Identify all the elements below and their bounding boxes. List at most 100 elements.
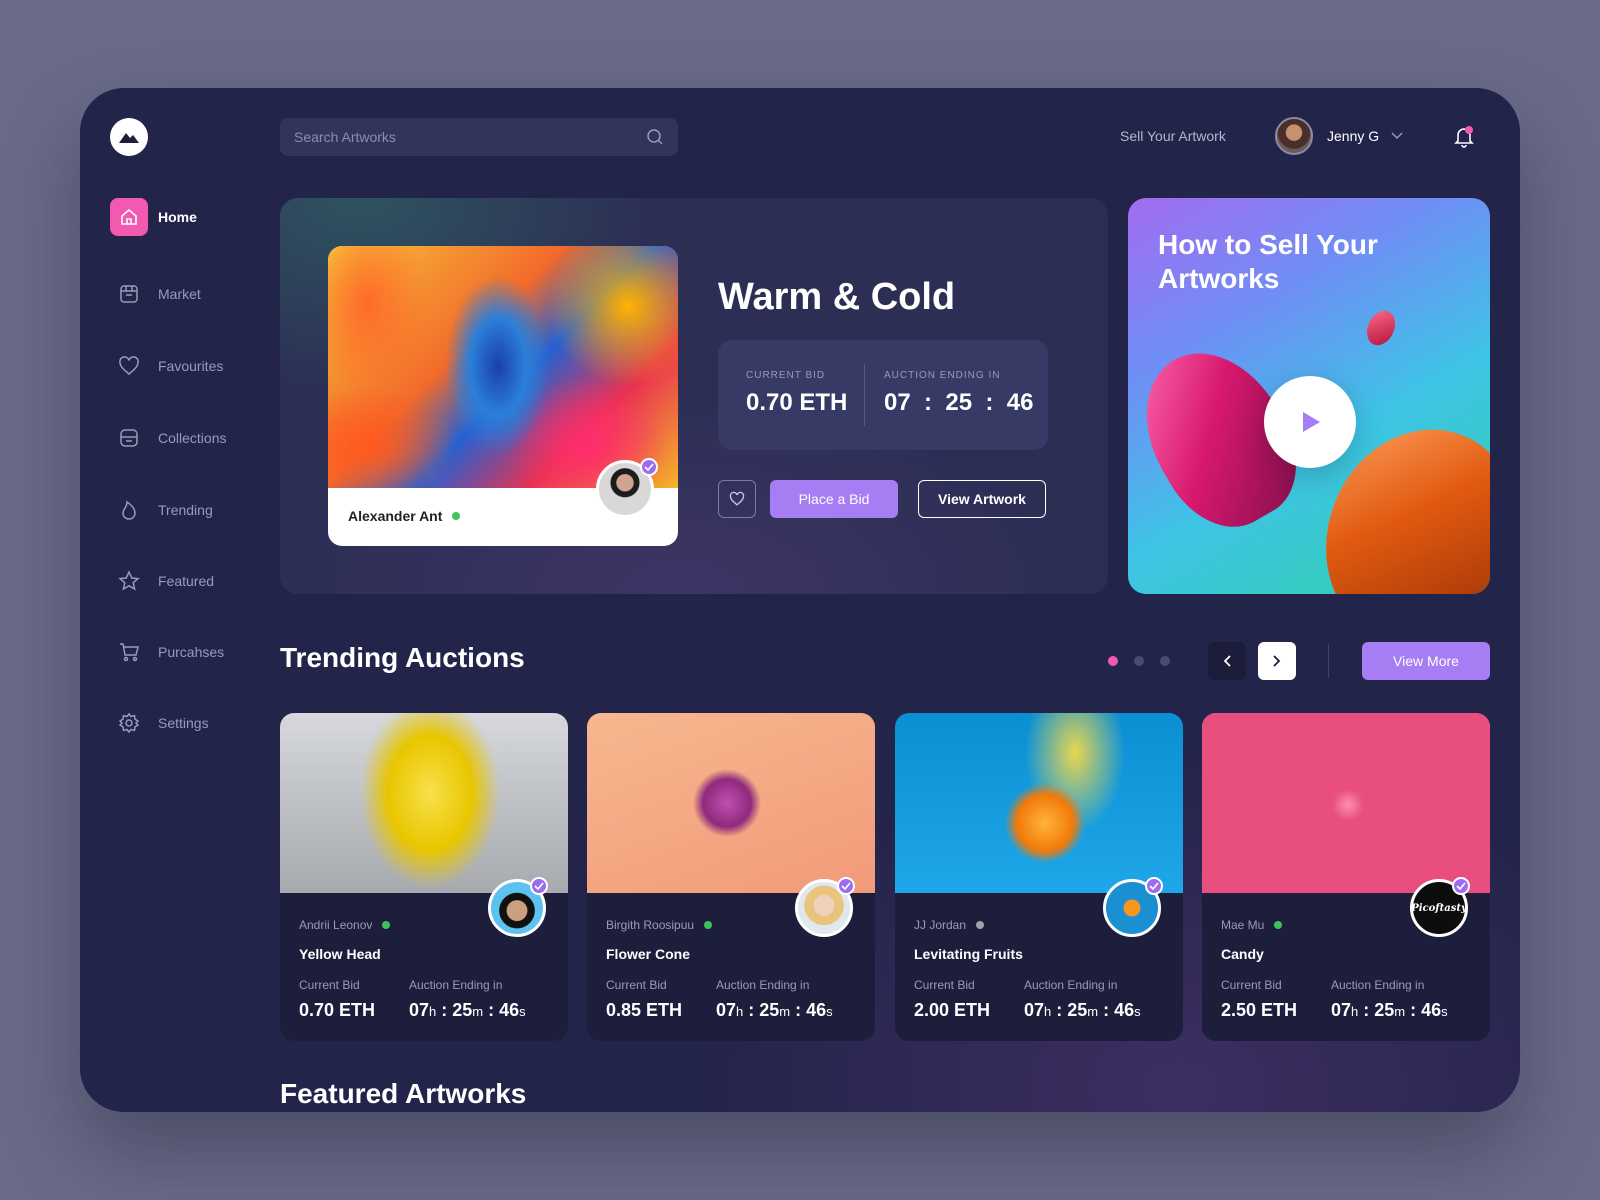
divider — [864, 364, 865, 426]
chevron-down-icon — [1391, 132, 1403, 140]
view-artwork-button[interactable]: View Artwork — [918, 480, 1046, 518]
sell-artwork-link[interactable]: Sell Your Artwork — [1120, 128, 1226, 144]
artwork-image — [895, 713, 1183, 893]
pagination-dot[interactable] — [1160, 656, 1170, 666]
card-artist: Andrii Leonov — [299, 918, 549, 932]
sidebar-item-favourites[interactable]: Favourites — [110, 347, 270, 385]
verified-icon — [837, 877, 855, 895]
pagination-dot[interactable] — [1134, 656, 1144, 666]
artist-name: Mae Mu — [1221, 918, 1265, 932]
card-timer: Auction Ending in 07h : 25m : 46s — [1024, 978, 1141, 1021]
star-icon — [110, 562, 148, 600]
app-window: Home Market Favourites Collections Trend… — [80, 88, 1520, 1112]
seconds: 46 — [806, 1000, 827, 1020]
card-stats: Current Bid 2.50 ETH Auction Ending in 07… — [1221, 978, 1471, 1021]
bid-info-panel: CURRENT BID 0.70 ETH AUCTION ENDING IN 0… — [718, 340, 1048, 450]
how-to-sell-video-card[interactable]: How to Sell Your Artworks — [1128, 198, 1490, 594]
card-title: Candy — [1221, 946, 1264, 962]
artist-name: JJ Jordan — [914, 918, 967, 932]
artist-name: Birgith Roosipuu — [606, 918, 695, 932]
pagination-dot[interactable] — [1108, 656, 1118, 666]
divider — [1328, 644, 1329, 678]
play-button[interactable] — [1264, 376, 1356, 468]
logo[interactable] — [110, 118, 148, 156]
online-status-dot — [704, 921, 713, 929]
sidebar-item-settings[interactable]: Settings — [110, 704, 270, 742]
timer-value: 07h : 25m : 46s — [409, 1000, 526, 1020]
sidebar-item-label: Settings — [158, 715, 209, 731]
mountain-icon — [119, 133, 139, 143]
sidebar-item-trending[interactable]: Trending — [110, 491, 270, 529]
seconds: 46 — [499, 1000, 520, 1020]
card-meta: Andrii Leonov Yellow Head Current Bid 0.7… — [299, 918, 549, 1021]
notification-button[interactable] — [1452, 124, 1476, 148]
offline-status-dot — [976, 921, 985, 929]
current-bid-label: CURRENT BID — [746, 370, 826, 381]
card-title: Levitating Fruits — [914, 946, 1023, 962]
hours: 07 — [1024, 1000, 1045, 1020]
ending-label: Auction Ending in — [409, 978, 503, 992]
artwork-card[interactable]: Alexander Ant — [328, 246, 678, 546]
seconds: 46 — [1421, 1000, 1442, 1020]
sidebar-item-featured[interactable]: Featured — [110, 562, 270, 600]
card-meta: Birgith Roosipuu Flower Cone Current Bid… — [606, 918, 856, 1021]
section-title: Featured Artworks — [280, 1078, 527, 1109]
bid-value: 2.50 ETH — [1221, 1000, 1298, 1020]
artist-name: Alexander Ant — [348, 508, 443, 524]
card-stats: Current Bid 0.70 ETH Auction Ending in 07… — [299, 978, 549, 1021]
view-more-button[interactable]: View More — [1362, 642, 1490, 680]
card-timer: Auction Ending in 07h : 25m : 46s — [716, 978, 833, 1021]
promo-title: How to Sell Your Artworks — [1158, 229, 1378, 294]
ending-label: Auction Ending in — [716, 978, 810, 992]
seconds: 46 — [1114, 1000, 1135, 1020]
sidebar-item-purchases[interactable]: Purcahses — [110, 633, 270, 671]
hero-actions: Place a Bid View Artwork — [718, 480, 1046, 518]
online-status-dot — [452, 512, 461, 520]
artwork-image — [280, 713, 568, 893]
sidebar-item-collections[interactable]: Collections — [110, 419, 270, 457]
bid-label: Current Bid — [299, 978, 360, 992]
user-menu[interactable]: Jenny G — [1275, 117, 1403, 155]
auction-card[interactable]: JJ Jordan Levitating Fruits Current Bid 2… — [895, 713, 1183, 1041]
ending-label: Auction Ending in — [1331, 978, 1425, 992]
card-artist: Birgith Roosipuu — [606, 918, 856, 932]
home-icon — [110, 198, 148, 236]
sidebar-item-home[interactable]: Home — [110, 198, 270, 236]
bid-value: 2.00 ETH — [914, 1000, 991, 1020]
timer-value: 07h : 25m : 46s — [716, 1000, 833, 1020]
card-stats: Current Bid 2.00 ETH Auction Ending in 07… — [914, 978, 1164, 1021]
sidebar-item-label: Home — [158, 209, 197, 225]
heart-icon — [729, 491, 745, 506]
prev-button[interactable] — [1208, 642, 1246, 680]
cart-icon — [110, 633, 148, 671]
play-icon — [1303, 412, 1320, 432]
favourite-button[interactable] — [718, 480, 756, 518]
current-bid: CURRENT BID 0.70 ETH — [746, 370, 847, 417]
auction-card[interactable]: Picoftasty Mae Mu Candy Current Bid 2.50 … — [1202, 713, 1490, 1041]
chevron-left-icon — [1223, 655, 1231, 667]
hero-featured-auction: Alexander Ant Warm & Cold CURRENT BID 0.… — [280, 198, 1108, 594]
avatar-logo-text: Picoftasty — [1411, 902, 1467, 914]
next-button[interactable] — [1258, 642, 1296, 680]
minutes: 25 — [1067, 1000, 1088, 1020]
bid-label: Current Bid — [914, 978, 975, 992]
card-artist: Mae Mu — [1221, 918, 1471, 932]
sidebar-item-label: Purcahses — [158, 644, 225, 660]
sidebar-item-label: Market — [158, 286, 201, 302]
minutes: 25 — [759, 1000, 780, 1020]
sidebar-item-market[interactable]: Market — [110, 275, 270, 313]
heart-icon — [110, 347, 148, 385]
card-title: Yellow Head — [299, 946, 381, 962]
place-bid-button[interactable]: Place a Bid — [770, 480, 898, 518]
auction-ending-label: AUCTION ENDING IN — [884, 370, 1001, 381]
auction-card[interactable]: Birgith Roosipuu Flower Cone Current Bid… — [587, 713, 875, 1041]
sidebar-item-label: Collections — [158, 430, 227, 446]
search-icon[interactable] — [646, 128, 664, 146]
sidebar-item-label: Favourites — [158, 358, 224, 374]
auction-timer: AUCTION ENDING IN 07 : 25 : 46 — [884, 370, 1033, 417]
market-icon — [110, 275, 148, 313]
card-title: Flower Cone — [606, 946, 691, 962]
auction-card[interactable]: Andrii Leonov Yellow Head Current Bid 0.7… — [280, 713, 568, 1041]
search-input[interactable] — [294, 129, 646, 145]
auction-time-value: 07 : 25 : 46 — [884, 389, 1034, 416]
